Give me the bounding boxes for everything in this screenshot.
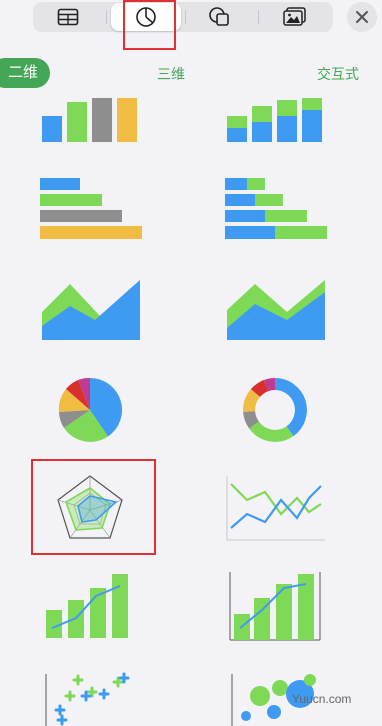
table-tab[interactable] — [33, 2, 103, 32]
stacked-bar-chart[interactable] — [223, 176, 329, 242]
stacked-column-chart[interactable] — [225, 98, 325, 144]
bar-chart[interactable] — [38, 176, 144, 242]
close-icon — [356, 11, 368, 23]
top-toolbar — [33, 2, 333, 32]
segment-2d[interactable]: 二维 — [0, 58, 50, 88]
watermark: Yuucn.com — [292, 692, 352, 706]
mixed-chart[interactable] — [42, 572, 132, 640]
shapes-icon — [209, 7, 229, 26]
toolbar-divider — [106, 10, 107, 24]
radar-chart[interactable] — [54, 474, 126, 544]
area-chart[interactable] — [40, 276, 142, 342]
table-icon — [57, 8, 79, 26]
line-chart[interactable] — [225, 474, 327, 544]
segment-3d[interactable]: 三维 — [157, 64, 185, 84]
media-icon — [283, 7, 306, 26]
shapes-tab[interactable] — [185, 2, 255, 32]
toolbar-divider — [258, 10, 259, 24]
column-chart[interactable] — [40, 98, 140, 144]
pie-chart[interactable] — [56, 376, 124, 444]
media-tab[interactable] — [260, 2, 330, 32]
scatter-chart[interactable] — [44, 670, 136, 726]
donut-chart[interactable] — [241, 376, 309, 444]
segment-interactive[interactable]: 交互式 — [317, 64, 359, 84]
two-axis-chart[interactable] — [228, 570, 322, 642]
chart-tab-highlight — [123, 0, 176, 50]
stacked-area-chart[interactable] — [225, 276, 327, 342]
close-button[interactable] — [347, 2, 377, 32]
